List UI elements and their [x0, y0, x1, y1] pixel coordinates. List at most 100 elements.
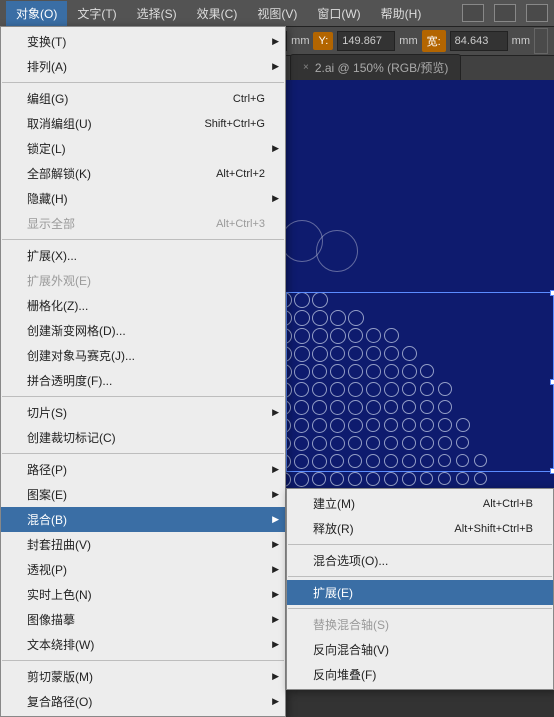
- menubar-item[interactable]: 选择(S): [127, 1, 187, 26]
- submenu-item[interactable]: 扩展(E): [287, 580, 553, 605]
- submenu-arrow-icon: ▶: [272, 193, 279, 204]
- menu-item-label: 扩展外观(E): [27, 272, 91, 289]
- menu-shortcut: Ctrl+G: [233, 93, 265, 105]
- submenu-item-label: 反向堆叠(F): [313, 666, 376, 683]
- submenu-item-label: 混合选项(O)...: [313, 552, 388, 569]
- menu-item-label: 取消编组(U): [27, 115, 92, 132]
- menu-item[interactable]: 路径(P)▶: [1, 457, 285, 482]
- y-value[interactable]: 149.867: [337, 31, 395, 51]
- menu-shortcut: Alt+Ctrl+3: [216, 218, 265, 230]
- document-tab[interactable]: × 2.ai @ 150% (RGB/预览): [290, 54, 461, 80]
- submenu-arrow-icon: ▶: [272, 407, 279, 418]
- menu-item: 显示全部Alt+Ctrl+3: [1, 211, 285, 236]
- menu-item-label: 图像描摹: [27, 611, 75, 628]
- menu-item[interactable]: 混合(B) ▶: [1, 507, 285, 532]
- selection-handle[interactable]: [550, 468, 554, 474]
- w-value[interactable]: 84.643: [450, 31, 508, 51]
- menu-item-label: 创建渐变网格(D)...: [27, 322, 126, 339]
- y-label: Y:: [313, 32, 333, 50]
- menubar-item[interactable]: 文字(T): [67, 1, 126, 26]
- submenu-item[interactable]: 建立(M) Alt+Ctrl+B: [287, 491, 553, 516]
- menubar-item[interactable]: 对象(O): [6, 1, 67, 26]
- selection-handle[interactable]: [550, 290, 554, 296]
- menubar-item[interactable]: 窗口(W): [307, 1, 370, 26]
- menu-item[interactable]: 变换(T) ▶: [1, 29, 285, 54]
- menu-item-label: 隐藏(H): [27, 190, 68, 207]
- menu-item-label: 创建裁切标记(C): [27, 429, 116, 446]
- menu-item[interactable]: 排列(A)▶: [1, 54, 285, 79]
- menu-separator: [288, 576, 552, 577]
- menu-item[interactable]: 图像描摹 ▶: [1, 607, 285, 632]
- menu-item-label: 复合路径(O): [27, 693, 92, 710]
- menubar-right-icons: [462, 4, 548, 22]
- menu-shortcut: Alt+Ctrl+B: [483, 498, 533, 510]
- menu-item[interactable]: 图案(E)▶: [1, 482, 285, 507]
- menu-item-label: 栅格化(Z)...: [27, 297, 88, 314]
- menu-separator: [288, 544, 552, 545]
- menu-item[interactable]: 拼合透明度(F)...: [1, 368, 285, 393]
- menu-item-label: 拼合透明度(F)...: [27, 372, 112, 389]
- submenu-arrow-icon: ▶: [272, 639, 279, 650]
- chain-icon[interactable]: [534, 28, 548, 54]
- submenu-item-label: 建立(M): [313, 495, 355, 512]
- menu-item[interactable]: 实时上色(N) ▶: [1, 582, 285, 607]
- menu-item-label: 混合(B): [27, 511, 67, 528]
- submenu-arrow-icon: ▶: [272, 36, 279, 47]
- menu-item[interactable]: 锁定(L)▶: [1, 136, 285, 161]
- menu-separator: [2, 453, 284, 454]
- menu-item[interactable]: 隐藏(H) ▶: [1, 186, 285, 211]
- submenu-arrow-icon: ▶: [272, 539, 279, 550]
- selection-bounds: [286, 292, 554, 472]
- menu-item[interactable]: 剪切蒙版(M) ▶: [1, 664, 285, 689]
- menu-item[interactable]: 创建对象马赛克(J)...: [1, 343, 285, 368]
- menu-item-label: 实时上色(N): [27, 586, 92, 603]
- submenu-item[interactable]: 释放(R)Alt+Shift+Ctrl+B: [287, 516, 553, 541]
- menubar-item[interactable]: 效果(C): [187, 1, 248, 26]
- submenu-item[interactable]: 混合选项(O)...: [287, 548, 553, 573]
- submenu-arrow-icon: ▶: [272, 143, 279, 154]
- arrange-icon[interactable]: [526, 4, 548, 22]
- tab-title: 2.ai @ 150% (RGB/预览): [315, 59, 449, 76]
- submenu-arrow-icon: ▶: [272, 671, 279, 682]
- menu-item[interactable]: 复合路径(O)▶: [1, 689, 285, 714]
- menu-item-label: 文本绕排(W): [27, 636, 94, 653]
- menu-item[interactable]: 文本绕排(W) ▶: [1, 632, 285, 657]
- menu-item[interactable]: 创建裁切标记(C): [1, 425, 285, 450]
- menu-separator: [2, 396, 284, 397]
- menu-item[interactable]: 编组(G) Ctrl+G: [1, 86, 285, 111]
- selection-handle[interactable]: [550, 379, 554, 385]
- doc-icon[interactable]: [494, 4, 516, 22]
- menu-item-label: 扩展(X)...: [27, 247, 77, 264]
- menu-item[interactable]: 封套扭曲(V)▶: [1, 532, 285, 557]
- menubar-item[interactable]: 视图(V): [247, 1, 307, 26]
- close-icon[interactable]: ×: [303, 62, 309, 73]
- menu-item-label: 剪切蒙版(M): [27, 668, 93, 685]
- submenu-item-label: 释放(R): [313, 520, 354, 537]
- submenu-item-label: 扩展(E): [313, 584, 353, 601]
- submenu-arrow-icon: ▶: [272, 514, 279, 525]
- submenu-item[interactable]: 反向堆叠(F): [287, 662, 553, 687]
- menu-item-label: 路径(P): [27, 461, 67, 478]
- menu-item[interactable]: 切片(S)▶: [1, 400, 285, 425]
- submenu-item: 替换混合轴(S): [287, 612, 553, 637]
- object-menu: 变换(T) ▶ 排列(A)▶ 编组(G) Ctrl+G 取消编组(U)Shift+Ctrl…: [0, 26, 286, 717]
- menu-item-label: 编组(G): [27, 90, 68, 107]
- menubar-item[interactable]: 帮助(H): [371, 1, 432, 26]
- menu-item[interactable]: 栅格化(Z)...: [1, 293, 285, 318]
- submenu-arrow-icon: ▶: [272, 589, 279, 600]
- submenu-arrow-icon: ▶: [272, 614, 279, 625]
- menu-item[interactable]: 创建渐变网格(D)...: [1, 318, 285, 343]
- menu-separator: [2, 82, 284, 83]
- menu-item[interactable]: 取消编组(U)Shift+Ctrl+G: [1, 111, 285, 136]
- menu-item-label: 变换(T): [27, 33, 66, 50]
- submenu-item-label: 替换混合轴(S): [313, 616, 389, 633]
- menu-item[interactable]: 透视(P)▶: [1, 557, 285, 582]
- blend-submenu: 建立(M) Alt+Ctrl+B 释放(R)Alt+Shift+Ctrl+B 混合选项…: [286, 488, 554, 690]
- menu-item[interactable]: 扩展(X)...: [1, 243, 285, 268]
- menu-item[interactable]: 全部解锁(K)Alt+Ctrl+2: [1, 161, 285, 186]
- submenu-arrow-icon: ▶: [272, 564, 279, 575]
- submenu-item[interactable]: 反向混合轴(V): [287, 637, 553, 662]
- menu-shortcut: Alt+Ctrl+2: [216, 168, 265, 180]
- menu-separator: [2, 239, 284, 240]
- layout-icon[interactable]: [462, 4, 484, 22]
